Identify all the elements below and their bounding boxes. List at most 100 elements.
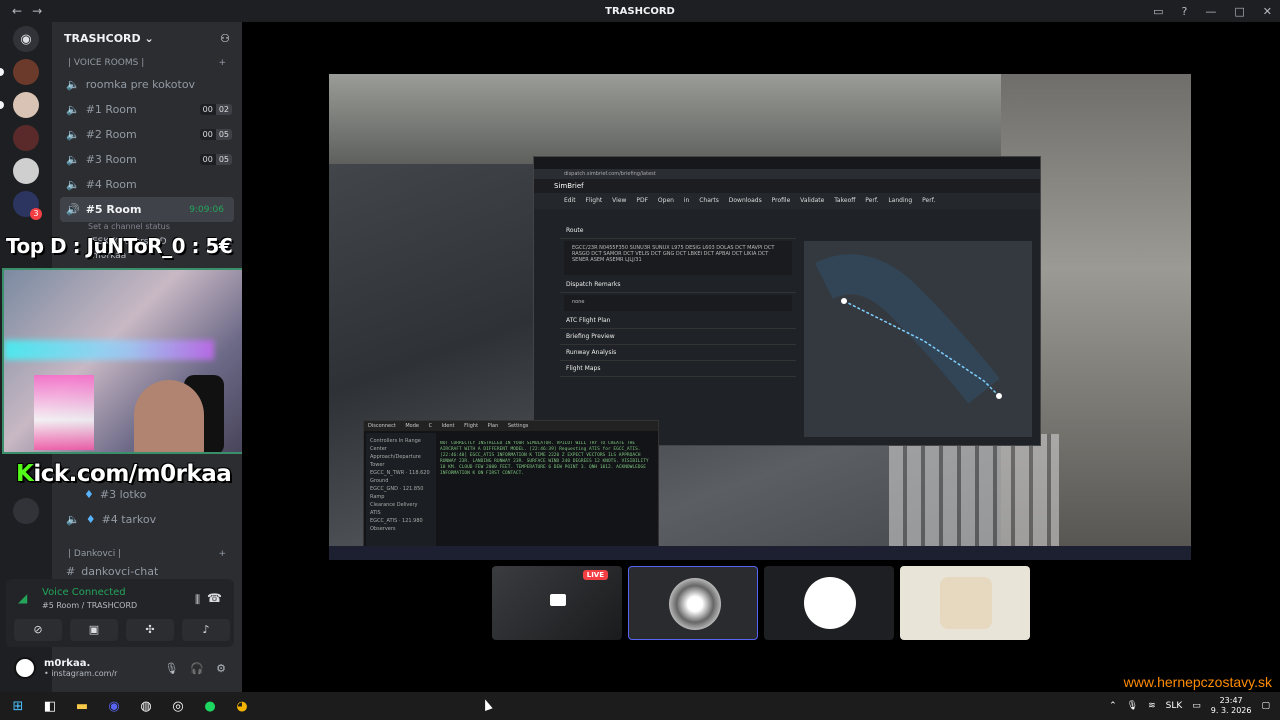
channel-name: #1 Room — [85, 103, 137, 116]
watermark: www.hernepczostavy.sk — [1123, 674, 1272, 690]
back-arrow-icon[interactable]: ← — [12, 4, 22, 18]
route-text: EGCC/23R N0455F350 SUNU3R SUNUX L975 DES… — [564, 241, 792, 275]
server-header[interactable]: TRASHCORD ⌄ ⚇ — [52, 22, 242, 54]
help-icon[interactable]: ? — [1182, 5, 1188, 18]
add-channel-icon[interactable]: + — [218, 549, 226, 559]
speaker-icon: 🔈 — [66, 103, 80, 116]
speaker-icon: 🔈 — [66, 78, 80, 91]
participant-tile[interactable] — [900, 566, 1030, 640]
discord-home-icon[interactable]: ◉ — [13, 26, 39, 52]
avatar — [804, 577, 856, 629]
steam-icon[interactable]: ◍ — [138, 699, 154, 714]
voice-channel[interactable]: 🔈 #4 Room — [52, 172, 242, 197]
server-icon[interactable] — [13, 125, 39, 151]
discord-app-icon[interactable]: ◉ — [106, 699, 122, 714]
channel-name: #2 Room — [85, 128, 137, 141]
add-channel-icon[interactable]: + — [218, 58, 226, 68]
text-channel[interactable]: ♦ #3 lotko — [70, 482, 240, 507]
simbrief-title: SimBrief — [534, 179, 1040, 193]
call-timer: 9:09:06 — [189, 204, 224, 215]
server-name: TRASHCORD — [64, 31, 141, 45]
obs-icon[interactable]: ◎ — [170, 699, 186, 714]
remarks-text: none — [564, 295, 792, 311]
voice-channel[interactable]: 🔈 #2 Room 00 05 — [52, 122, 242, 147]
vpilot-log: NOT CORRECTLY INSTALLED IN YOUR SIMULATO… — [440, 441, 649, 476]
spotify-icon[interactable]: ● — [202, 699, 218, 714]
speaker-icon: 🔈 — [66, 513, 80, 526]
participant-tile[interactable] — [764, 566, 894, 640]
live-badge: LIVE — [582, 570, 608, 580]
noise-suppression-icon[interactable]: ⫼ — [195, 593, 200, 607]
invite-icon[interactable]: ⚇ — [220, 32, 230, 45]
channel-name: #3 lotko — [99, 488, 147, 501]
avatar[interactable] — [14, 657, 36, 679]
channel-status[interactable]: Set a channel status — [52, 222, 242, 231]
top-donor-overlay: Top D : JuNToR_0 : 5€ — [6, 234, 233, 258]
user-count: 00 02 — [199, 104, 232, 115]
camera-toggle-button[interactable]: ⊘ — [14, 619, 62, 641]
briefing-sections: Route EGCC/23R N0455F350 SUNU3R SUNUX L9… — [560, 223, 796, 433]
stream-video[interactable]: dispatch.simbrief.com/briefing/latest Si… — [329, 74, 1191, 560]
soundboard-button[interactable]: ♪ — [182, 619, 230, 641]
simbrief-browser: dispatch.simbrief.com/briefing/latest Si… — [533, 156, 1041, 446]
mic-tray-icon[interactable]: 🎙 — [1127, 701, 1138, 711]
vpilot-tabs: Disconnect Mode C Ident Flight Plan Sett… — [364, 421, 658, 431]
chrome-icon[interactable]: ◕ — [234, 699, 250, 714]
mic-icon[interactable]: 🎙 — [164, 662, 178, 675]
route-map — [804, 241, 1032, 437]
streamer — [134, 380, 204, 452]
close-button[interactable]: ✕ — [1263, 5, 1272, 18]
chevron-up-icon[interactable]: ⌃ — [1109, 701, 1117, 711]
vpilot-window: Disconnect Mode C Ident Flight Plan Sett… — [363, 420, 659, 550]
folder-icon[interactable]: ▬ — [74, 699, 90, 714]
category-label: | Dankovci | — [68, 549, 122, 559]
stream-taskbar — [329, 546, 1191, 560]
participant-tile-stream[interactable]: LIVE — [492, 566, 622, 640]
server-icon[interactable] — [0, 92, 39, 118]
participant-tile[interactable] — [628, 566, 758, 640]
voice-channel[interactable]: 🔈 ♦ #4 tarkov — [52, 507, 242, 532]
start-icon[interactable]: ⊞ — [10, 699, 26, 714]
voice-channel[interactable]: 🔈 #1 Room 00 02 — [52, 97, 242, 122]
address-bar: dispatch.simbrief.com/briefing/latest — [534, 169, 1040, 179]
notifications-icon[interactable]: ▢ — [1261, 701, 1270, 711]
server-icon[interactable] — [0, 59, 39, 85]
server-icon[interactable] — [13, 158, 39, 184]
discover-icon[interactable] — [13, 498, 39, 524]
screenshare-button[interactable]: ▣ — [70, 619, 118, 641]
kick-k: K — [16, 461, 34, 487]
pc-case — [34, 375, 94, 450]
disconnect-icon[interactable]: ☎ — [207, 591, 222, 605]
headphones-icon[interactable]: 🎧 — [190, 662, 204, 675]
nav-buttons: ← → — [0, 4, 42, 18]
server-icon[interactable]: 3 — [13, 191, 42, 220]
voice-channel[interactable]: 🔈 roomka pre kokotov — [52, 72, 242, 97]
network-icon[interactable]: ▭ — [1192, 701, 1201, 711]
activities-button[interactable]: ✣ — [126, 619, 174, 641]
minimize-button[interactable]: — — [1205, 5, 1216, 18]
maximize-button[interactable]: □ — [1234, 5, 1244, 18]
wifi-icon[interactable]: ≋ — [1148, 701, 1156, 711]
language-indicator[interactable]: SLK — [1166, 701, 1183, 711]
avatar — [940, 577, 992, 629]
window-title: TRASHCORD — [605, 5, 675, 17]
user-status: • instagram.com/r — [44, 669, 118, 678]
app-icon[interactable]: ◧ — [42, 699, 58, 714]
inbox-icon[interactable]: ▭ — [1153, 5, 1163, 18]
forward-arrow-icon[interactable]: → — [32, 4, 42, 18]
signal-icon: ◢ — [18, 591, 28, 605]
section-atc: ATC Flight Plan — [560, 313, 796, 329]
clock[interactable]: 23:47 9. 3. 2026 — [1211, 696, 1252, 716]
voice-connected-panel: ◢ Voice Connected #5 Room / TRASHCORD ⫼ … — [6, 579, 234, 647]
channel-name: #4 tarkov — [101, 513, 157, 526]
voice-channel[interactable]: 🔈 #3 Room 00 05 — [52, 147, 242, 172]
gear-icon[interactable]: ⚙ — [216, 662, 226, 675]
voice-connected-subtitle[interactable]: #5 Room / TRASHCORD — [42, 601, 137, 610]
mention-badge: 3 — [30, 208, 42, 220]
chevron-down-icon: ⌄ — [144, 31, 154, 45]
screen-icon — [550, 594, 566, 606]
channel-name: #5 Room — [85, 203, 142, 216]
category-voice-rooms[interactable]: | VOICE ROOMS | + — [52, 54, 242, 72]
voice-channel-active[interactable]: 🔊 #5 Room 9:09:06 — [60, 197, 234, 222]
channel-name: #4 Room — [85, 178, 137, 191]
